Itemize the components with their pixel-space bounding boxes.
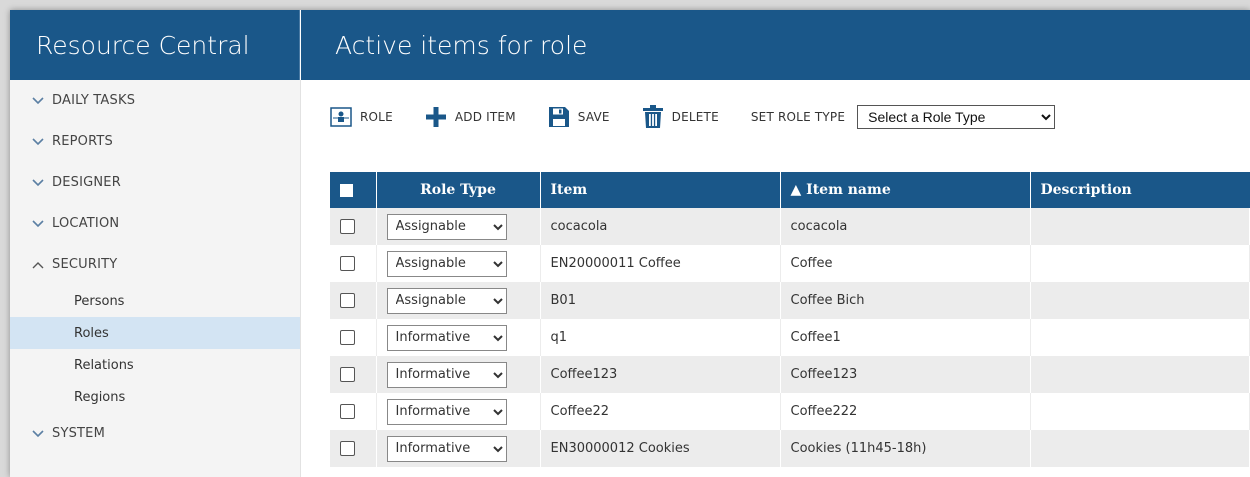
column-header-description[interactable]: Description (1030, 172, 1250, 208)
description-cell (1030, 393, 1250, 430)
item-name-cell: Coffee1 (780, 319, 1031, 356)
app-window: Resource Central DAILY TASKS REPORTS DES… (10, 10, 1250, 477)
role-label: ROLE (360, 110, 393, 124)
sidebar-section-label: DAILY TASKS (52, 93, 136, 108)
sidebar-section-system[interactable]: SYSTEM (10, 413, 300, 454)
table-row: Informative Coffee123 Coffee123 (330, 356, 1250, 393)
trash-icon (642, 105, 664, 129)
sidebar-section-label: DESIGNER (52, 175, 121, 190)
role-button[interactable]: ROLE (330, 107, 393, 127)
sidebar-section-label: LOCATION (52, 216, 120, 231)
items-table: Role Type Item ▲ Item name Description A… (330, 172, 1250, 467)
sidebar-section-label: REPORTS (52, 134, 113, 149)
sidebar-section-daily-tasks[interactable]: DAILY TASKS (10, 80, 300, 121)
row-checkbox[interactable] (340, 256, 355, 271)
row-checkbox[interactable] (340, 404, 355, 419)
sidebar-item-persons[interactable]: Persons (10, 285, 300, 317)
item-name-cell: Cookies (11h45-18h) (780, 430, 1031, 467)
item-cell: Coffee123 (540, 356, 781, 393)
item-cell: Coffee22 (540, 393, 781, 430)
role-icon (330, 107, 352, 127)
item-name-cell: Coffee Bich (780, 282, 1031, 319)
column-header-role-type[interactable]: Role Type (376, 172, 541, 208)
sidebar-section-label: SECURITY (52, 257, 118, 272)
role-type-dropdown[interactable]: Informative (386, 398, 507, 425)
add-item-button[interactable]: ADD ITEM (425, 106, 516, 128)
save-button[interactable]: SAVE (548, 106, 610, 128)
select-all-cell[interactable] (330, 172, 377, 208)
floppy-disk-icon (548, 106, 570, 128)
item-name-cell: Coffee123 (780, 356, 1031, 393)
chevron-down-icon (30, 137, 46, 146)
table-row: Assignable EN20000011 Coffee Coffee (330, 245, 1250, 282)
chevron-down-icon (30, 219, 46, 228)
sidebar-item-regions[interactable]: Regions (10, 381, 300, 413)
chevron-down-icon (30, 96, 46, 105)
sidebar-item-relations[interactable]: Relations (10, 349, 300, 381)
delete-label: DELETE (671, 110, 719, 124)
description-cell (1030, 208, 1250, 245)
chevron-up-icon (30, 261, 46, 269)
sidebar-item-roles[interactable]: Roles (10, 317, 300, 349)
item-name-cell: cocacola (780, 208, 1031, 245)
chevron-down-icon (30, 178, 46, 187)
item-cell: EN30000012 Cookies (540, 430, 781, 467)
column-header-item[interactable]: Item (540, 172, 781, 208)
sidebar-nav: DAILY TASKS REPORTS DESIGNER LOCATION SE… (10, 80, 301, 477)
role-type-dropdown[interactable]: Assignable (386, 213, 507, 240)
item-name-cell: Coffee (780, 245, 1031, 282)
sidebar-section-label: SYSTEM (52, 426, 106, 441)
role-type-select[interactable]: Select a Role Type (857, 105, 1056, 129)
item-cell: q1 (540, 319, 781, 356)
item-cell: EN20000011 Coffee (540, 245, 781, 282)
description-cell (1030, 430, 1250, 467)
item-cell: cocacola (540, 208, 781, 245)
set-role-type-label: SET ROLE TYPE (750, 110, 846, 124)
table-row: Assignable B01 Coffee Bich (330, 282, 1250, 319)
table-row: Informative Coffee22 Coffee222 (330, 393, 1250, 430)
sidebar-section-reports[interactable]: REPORTS (10, 121, 300, 162)
select-all-checkbox[interactable] (340, 183, 353, 197)
plus-icon (425, 106, 447, 128)
description-cell (1030, 245, 1250, 282)
row-checkbox[interactable] (340, 441, 355, 456)
role-type-dropdown[interactable]: Assignable (386, 250, 507, 277)
chevron-down-icon (30, 429, 46, 438)
role-type-dropdown[interactable]: Informative (386, 324, 507, 351)
page-title: Active items for role (301, 10, 1250, 80)
role-type-dropdown[interactable]: Assignable (386, 287, 507, 314)
description-cell (1030, 319, 1250, 356)
sidebar-section-location[interactable]: LOCATION (10, 203, 300, 244)
role-type-dropdown[interactable]: Informative (386, 361, 507, 388)
row-checkbox[interactable] (340, 219, 355, 234)
column-header-item-name[interactable]: ▲ Item name (780, 172, 1031, 208)
add-item-label: ADD ITEM (454, 110, 516, 124)
row-checkbox[interactable] (340, 293, 355, 308)
role-type-dropdown[interactable]: Informative (386, 435, 507, 462)
row-checkbox[interactable] (340, 367, 355, 382)
description-cell (1030, 282, 1250, 319)
sidebar-section-security[interactable]: SECURITY (10, 244, 300, 285)
toolbar: ROLE ADD ITEM SAVE DELETE SET ROLE TYPE … (330, 102, 1056, 132)
table-row: Informative q1 Coffee1 (330, 319, 1250, 356)
delete-button[interactable]: DELETE (642, 105, 719, 129)
item-cell: B01 (540, 282, 781, 319)
table-row: Informative EN30000012 Cookies Cookies (… (330, 430, 1250, 467)
app-title: Resource Central (10, 10, 300, 80)
table-header-row: Role Type Item ▲ Item name Description (330, 172, 1250, 208)
row-checkbox[interactable] (340, 330, 355, 345)
description-cell (1030, 356, 1250, 393)
table-row: Assignable cocacola cocacola (330, 208, 1250, 245)
item-name-cell: Coffee222 (780, 393, 1031, 430)
save-label: SAVE (577, 110, 610, 124)
sidebar-section-designer[interactable]: DESIGNER (10, 162, 300, 203)
